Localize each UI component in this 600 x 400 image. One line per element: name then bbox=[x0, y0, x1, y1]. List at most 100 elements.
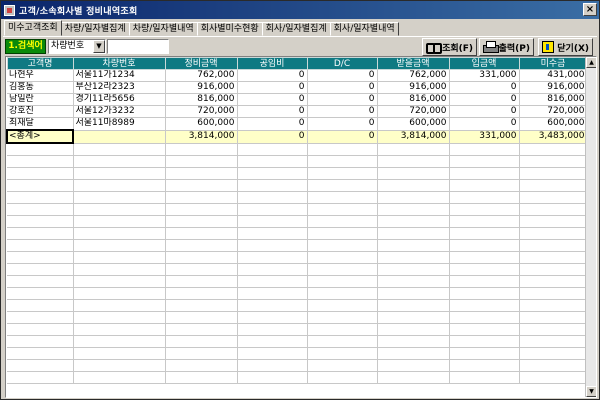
empty-cell bbox=[307, 275, 378, 288]
table-cell[interactable]: 0 bbox=[307, 105, 378, 118]
print-button-label: 출력(P) bbox=[498, 43, 530, 54]
table-cell[interactable]: 남일란 bbox=[7, 93, 74, 106]
table-cell[interactable]: 720,000 bbox=[377, 105, 450, 118]
column-header[interactable]: 정비금액 bbox=[164, 57, 238, 70]
empty-cell bbox=[165, 155, 238, 168]
query-button[interactable]: 조회(F) bbox=[422, 38, 477, 56]
table-row[interactable]: 남일란 경기11라5656 816,000 0 0 816,000 0 816,000 bbox=[7, 93, 588, 106]
table-cell[interactable]: 331,000 bbox=[449, 69, 520, 82]
empty-cell bbox=[307, 203, 378, 216]
table-cell[interactable]: 0 bbox=[307, 93, 378, 106]
table-cell[interactable]: 762,000 bbox=[165, 69, 238, 82]
column-header[interactable]: 받을금액 bbox=[376, 57, 450, 70]
table-cell[interactable]: 0 bbox=[237, 93, 308, 106]
table-cell[interactable]: 서울11마8989 bbox=[73, 117, 166, 131]
empty-row bbox=[7, 215, 588, 228]
table-cell[interactable]: 0 bbox=[237, 130, 308, 144]
table-cell[interactable]: 916,000 bbox=[519, 81, 588, 94]
table-cell[interactable]: 0 bbox=[449, 93, 520, 106]
table-cell[interactable]: 0 bbox=[307, 117, 378, 131]
column-header[interactable]: 입금액 bbox=[448, 57, 520, 70]
print-button[interactable]: 출력(P) bbox=[479, 38, 534, 56]
data-grid[interactable]: 고객명 차량번호 정비금액 공임비 D/C 받을금액 입금액 미수금 나현우 서울11가1234… bbox=[5, 56, 597, 398]
table-cell[interactable]: 강호진 bbox=[7, 105, 74, 118]
table-cell[interactable]: 나현우 bbox=[7, 69, 74, 82]
column-header[interactable]: 공임비 bbox=[236, 57, 308, 70]
empty-cell bbox=[237, 311, 308, 324]
table-cell[interactable]: 600,000 bbox=[519, 117, 588, 131]
close-button[interactable]: 닫기(X) bbox=[538, 38, 593, 56]
table-row[interactable]: 김홍동 부산12라2323 916,000 0 0 916,000 0 916,000 bbox=[7, 81, 588, 94]
scroll-up-arrow-icon[interactable]: ▲ bbox=[586, 57, 596, 68]
scroll-down-arrow-icon[interactable]: ▼ bbox=[586, 386, 596, 397]
table-cell[interactable]: 916,000 bbox=[165, 81, 238, 94]
table-cell[interactable]: 816,000 bbox=[165, 93, 238, 106]
tab-0[interactable]: 미수고객조회 bbox=[4, 20, 62, 36]
table-cell[interactable]: 서울12가3232 bbox=[73, 105, 166, 118]
table-cell[interactable]: 720,000 bbox=[519, 105, 588, 118]
table-cell[interactable]: 0 bbox=[307, 130, 378, 144]
table-row[interactable]: 나현우 서울11가1234 762,000 0 0 762,000 331,000 431,0… bbox=[7, 69, 588, 82]
tab-3[interactable]: 회사별미수현황 bbox=[196, 22, 263, 36]
table-cell[interactable]: 0 bbox=[449, 105, 520, 118]
empty-cell bbox=[165, 215, 238, 228]
column-header[interactable]: 고객명 bbox=[6, 57, 74, 70]
table-cell[interactable]: 3,814,000 bbox=[165, 130, 238, 144]
empty-cell bbox=[7, 359, 74, 372]
table-cell[interactable]: 3,814,000 bbox=[377, 130, 450, 144]
table-cell[interactable]: 331,000 bbox=[449, 130, 520, 144]
table-cell[interactable]: 0 bbox=[237, 81, 308, 94]
table-cell[interactable]: 부산12라2323 bbox=[73, 81, 166, 94]
empty-cell bbox=[237, 143, 308, 156]
empty-cell bbox=[73, 371, 166, 384]
table-cell[interactable]: 0 bbox=[237, 117, 308, 131]
table-cell[interactable]: 0 bbox=[237, 105, 308, 118]
close-window-button[interactable]: × bbox=[583, 3, 597, 16]
table-cell[interactable]: 3,483,000 bbox=[519, 130, 588, 144]
table-row[interactable]: 강호진 서울12가3232 720,000 0 0 720,000 0 720,000 bbox=[7, 105, 588, 118]
tab-5[interactable]: 회사/일자별내역 bbox=[329, 22, 399, 36]
search-field-select[interactable]: 차량번호 ▼ bbox=[48, 39, 106, 54]
table-cell[interactable]: 0 bbox=[307, 81, 378, 94]
table-cell[interactable]: 0 bbox=[307, 69, 378, 82]
table-cell[interactable]: 0 bbox=[449, 117, 520, 131]
empty-cell bbox=[519, 191, 588, 204]
column-header[interactable]: 차량번호 bbox=[72, 57, 166, 70]
table-cell[interactable] bbox=[73, 130, 166, 144]
empty-cell bbox=[237, 203, 308, 216]
table-cell[interactable]: 0 bbox=[449, 81, 520, 94]
dropdown-arrow-icon[interactable]: ▼ bbox=[93, 40, 105, 53]
tab-2[interactable]: 차량/일자별내역 bbox=[128, 22, 198, 36]
table-cell[interactable]: 762,000 bbox=[377, 69, 450, 82]
empty-cell bbox=[377, 299, 450, 312]
column-header[interactable]: 미수금 bbox=[518, 57, 588, 70]
empty-cell bbox=[165, 347, 238, 360]
tab-4[interactable]: 회사/일자별집계 bbox=[261, 22, 331, 36]
table-cell[interactable]: 720,000 bbox=[165, 105, 238, 118]
empty-cell bbox=[519, 299, 588, 312]
tab-1[interactable]: 차량/일자별집계 bbox=[60, 22, 130, 36]
empty-cell bbox=[165, 179, 238, 192]
empty-cell bbox=[377, 311, 450, 324]
table-cell[interactable]: 916,000 bbox=[377, 81, 450, 94]
table-cell[interactable]: 김홍동 bbox=[7, 81, 74, 94]
empty-cell bbox=[449, 167, 520, 180]
vertical-scrollbar[interactable]: ▲ ▼ bbox=[585, 57, 596, 397]
table-cell[interactable]: 816,000 bbox=[519, 93, 588, 106]
table-cell[interactable]: 경기11라5656 bbox=[73, 93, 166, 106]
table-row[interactable]: 최재달 서울11마8989 600,000 0 0 600,000 0 600,000 bbox=[7, 117, 588, 131]
table-cell[interactable]: 0 bbox=[237, 69, 308, 82]
empty-cell bbox=[519, 287, 588, 300]
table-cell[interactable]: 816,000 bbox=[377, 93, 450, 106]
column-header[interactable]: D/C bbox=[306, 57, 378, 70]
search-input[interactable] bbox=[107, 39, 169, 54]
table-cell[interactable]: 600,000 bbox=[377, 117, 450, 131]
table-cell[interactable]: 431,000 bbox=[519, 69, 588, 82]
table-cell[interactable]: 서울11가1234 bbox=[73, 69, 166, 82]
table-cell[interactable]: <총계> bbox=[6, 129, 74, 144]
table-cell[interactable]: 600,000 bbox=[165, 117, 238, 131]
tab-strip: 미수고객조회 차량/일자별집계 차량/일자별내역 회사별미수현황 회사/일자별집계 회사/… bbox=[4, 20, 399, 36]
empty-cell bbox=[519, 275, 588, 288]
table-cell[interactable]: 최재달 bbox=[7, 117, 74, 131]
total-row[interactable]: <총계> 3,814,000 0 0 3,814,000 331,000 3,483,000 bbox=[6, 129, 588, 144]
